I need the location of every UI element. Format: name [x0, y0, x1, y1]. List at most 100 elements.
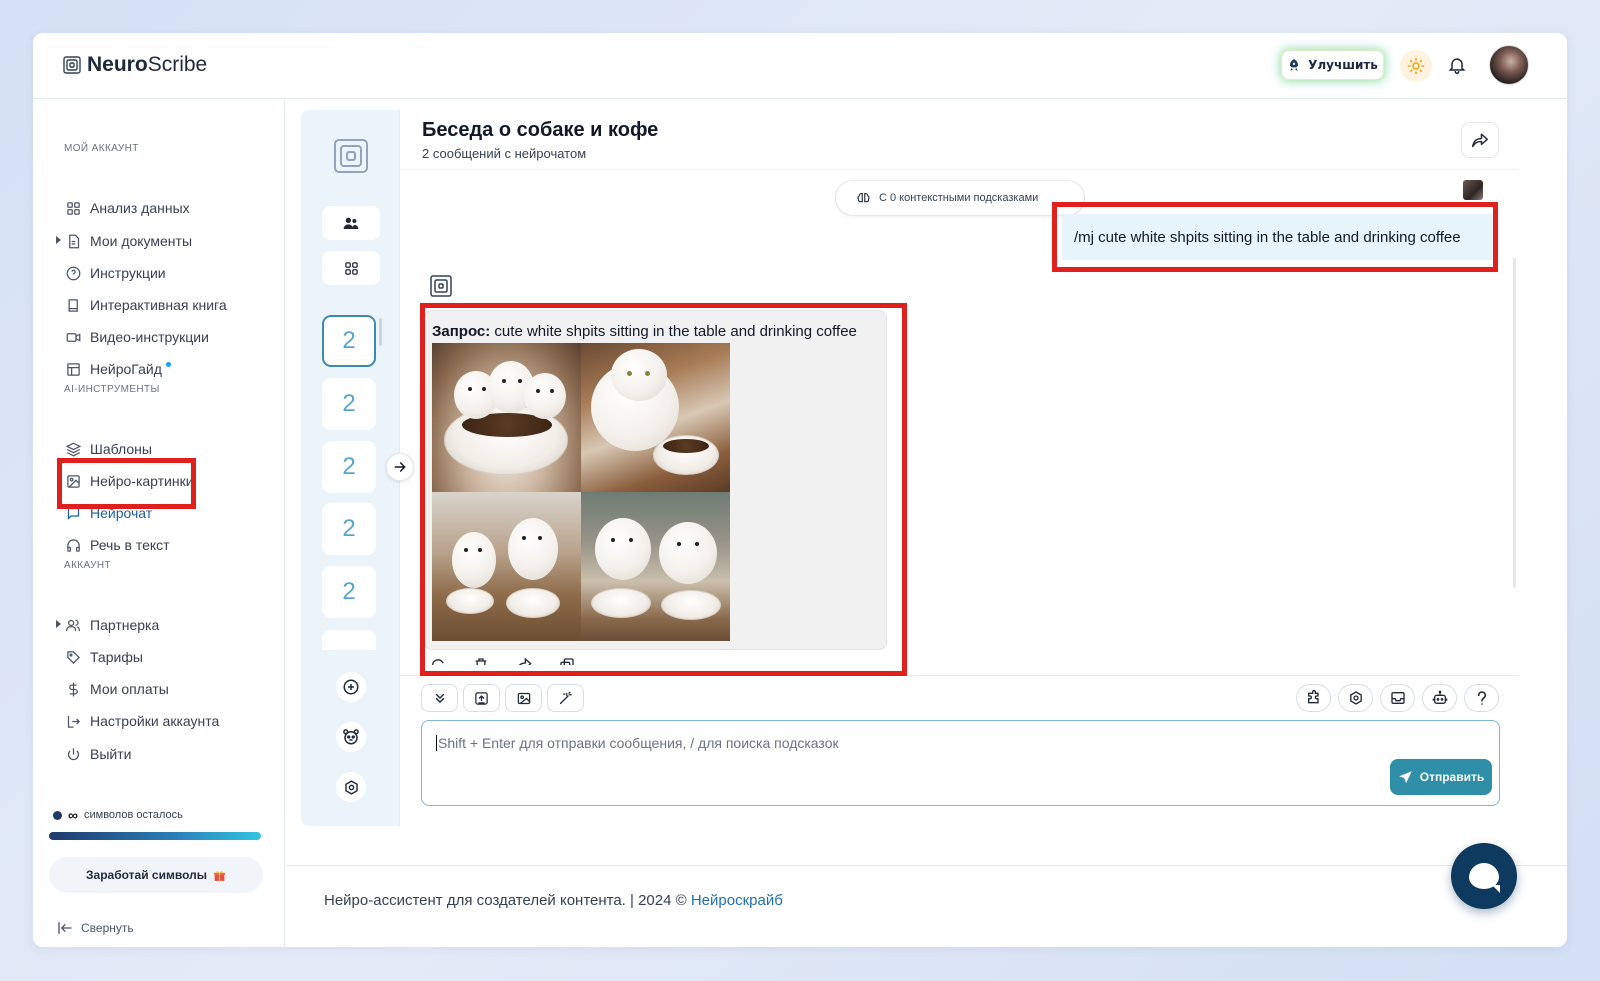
- new-chat-button[interactable]: [336, 672, 366, 702]
- sidebar-item-label: Настройки аккаунта: [90, 713, 220, 729]
- section-ai-tools: AI-ИНСТРУМЕНТЫ: [64, 384, 160, 395]
- help-button[interactable]: [1464, 684, 1499, 712]
- chat-item[interactable]: 2: [322, 503, 376, 555]
- highlight-box-user-message: [1052, 202, 1498, 272]
- plugins-button[interactable]: [1296, 684, 1331, 712]
- chat-list-rail: 2 2 2 2 2: [301, 110, 399, 826]
- plus-circle-icon: [342, 678, 360, 696]
- chat-item[interactable]: 2: [322, 441, 376, 493]
- document-icon: [65, 233, 81, 249]
- sidebar-item-my-documents[interactable]: Мои документы: [56, 229, 193, 253]
- headphones-icon: [65, 537, 81, 553]
- book-icon: [65, 297, 81, 313]
- chat-grid-button[interactable]: [322, 251, 380, 285]
- users-icon: [343, 216, 359, 230]
- settings-icon: [343, 779, 360, 796]
- symbols-remaining: ∞ символов осталось: [53, 807, 183, 823]
- sidebar-item-interactive-book[interactable]: Интерактивная книга: [65, 293, 227, 317]
- section-account: АККАУНТ: [64, 560, 112, 571]
- puzzle-icon: [1306, 690, 1322, 706]
- share-button[interactable]: [1461, 122, 1499, 158]
- bot-button[interactable]: [1422, 684, 1457, 712]
- power-icon: [65, 746, 81, 762]
- sidebar: МОЙ АККАУНТ Анализ данных Мои документы …: [33, 99, 285, 947]
- sidebar-item-label: Видео-инструкции: [90, 329, 209, 345]
- chat-scrollbar[interactable]: [1513, 258, 1516, 588]
- robot-icon: [1432, 690, 1448, 706]
- rail-settings-button[interactable]: [336, 772, 366, 802]
- chat-subtitle: 2 сообщений с нейрочатом: [422, 146, 587, 161]
- chat-title: Беседа о собаке и кофе: [422, 119, 659, 141]
- rocket-icon: [1287, 58, 1301, 72]
- sidebar-item-label: Анализ данных: [90, 200, 190, 216]
- context-hints-pill[interactable]: С 0 контекстными подсказками: [835, 180, 1085, 216]
- chevrons-down-icon: [433, 691, 447, 705]
- dollar-icon: [65, 681, 81, 697]
- layers-icon: [65, 441, 81, 457]
- symbols-bullet: [53, 810, 62, 820]
- chat-item[interactable]: 2: [322, 566, 376, 618]
- collapse-arrow-icon: [57, 921, 73, 935]
- send-button[interactable]: Отправить: [1390, 759, 1492, 795]
- symbols-progress-bar: [49, 832, 261, 840]
- sidebar-item-label: Мои документы: [90, 233, 193, 249]
- chat-settings-button[interactable]: [1338, 684, 1373, 712]
- video-icon: [65, 329, 81, 345]
- sidebar-item-partner[interactable]: Партнерка: [56, 613, 159, 637]
- chat-item[interactable]: 2: [322, 378, 376, 430]
- symbols-progress-fill: [49, 832, 261, 840]
- expand-caret-icon[interactable]: [56, 236, 61, 244]
- grid-icon: [65, 200, 81, 216]
- expand-caret-icon[interactable]: [56, 620, 61, 628]
- login-icon: [65, 713, 81, 729]
- chat-item-partial[interactable]: [322, 630, 376, 650]
- chat-item[interactable]: 2: [322, 315, 376, 367]
- sun-icon: [1407, 57, 1425, 75]
- logo-icon: [63, 56, 81, 74]
- scroll-down-button[interactable]: [421, 684, 458, 712]
- rail-scrollbar[interactable]: [379, 318, 382, 346]
- image-icon: [516, 691, 532, 706]
- bot-assistant-button[interactable]: [336, 722, 366, 752]
- sidebar-item-data-analysis[interactable]: Анализ данных: [65, 196, 190, 220]
- inbox-button[interactable]: [1380, 684, 1415, 712]
- collapse-sidebar-button[interactable]: Свернуть: [57, 921, 134, 935]
- panda-icon: [342, 728, 360, 746]
- sidebar-item-tariffs[interactable]: Тарифы: [65, 645, 143, 669]
- upgrade-label: Улучшить: [1308, 58, 1378, 72]
- expand-panel-button[interactable]: [386, 453, 414, 481]
- sidebar-item-instructions[interactable]: Инструкции: [65, 261, 166, 285]
- user-avatar[interactable]: [1489, 45, 1529, 85]
- sidebar-item-label: Инструкции: [90, 265, 166, 281]
- sidebar-item-payments[interactable]: Мои оплаты: [65, 677, 169, 701]
- sidebar-item-label: Речь в текст: [90, 537, 170, 553]
- upload-image-button[interactable]: [505, 684, 542, 712]
- upgrade-button[interactable]: Улучшить: [1281, 50, 1384, 80]
- earn-symbols-button[interactable]: Заработай символы: [49, 857, 263, 893]
- support-chat-button[interactable]: [1451, 843, 1517, 909]
- share-icon: [1471, 132, 1489, 148]
- sidebar-item-label: Мои оплаты: [90, 681, 169, 697]
- upload-file-button[interactable]: [463, 684, 500, 712]
- question-icon: [1475, 690, 1489, 706]
- sidebar-item-speech-to-text[interactable]: Речь в текст: [65, 533, 170, 557]
- sidebar-item-label: Выйти: [90, 746, 132, 762]
- theme-toggle-button[interactable]: [1400, 50, 1432, 82]
- magic-wand-button[interactable]: [547, 684, 584, 712]
- send-icon: [1398, 770, 1413, 785]
- sidebar-item-logout[interactable]: Выйти: [65, 742, 131, 766]
- logo[interactable]: NeuroScribe: [63, 53, 207, 77]
- sidebar-item-account-settings[interactable]: Настройки аккаунта: [65, 709, 219, 733]
- sidebar-item-label: Тарифы: [90, 649, 143, 665]
- message-input[interactable]: Shift + Enter для отправки сообщения, / …: [421, 720, 1500, 806]
- new-badge-dot: [165, 362, 171, 367]
- magic-wand-icon: [558, 691, 573, 706]
- sidebar-item-video-instructions[interactable]: Видео-инструкции: [65, 325, 209, 349]
- sidebar-item-neuroguide[interactable]: НейроГайд: [65, 357, 171, 381]
- shared-chats-button[interactable]: [322, 206, 380, 240]
- earn-label: Заработай символы: [86, 868, 207, 882]
- notifications-button[interactable]: [1447, 54, 1467, 76]
- footer-text: Нейро-ассистент для создателей контента.…: [324, 892, 783, 909]
- footer-link[interactable]: Нейроскрайб: [691, 892, 783, 909]
- settings-icon: [1348, 690, 1364, 706]
